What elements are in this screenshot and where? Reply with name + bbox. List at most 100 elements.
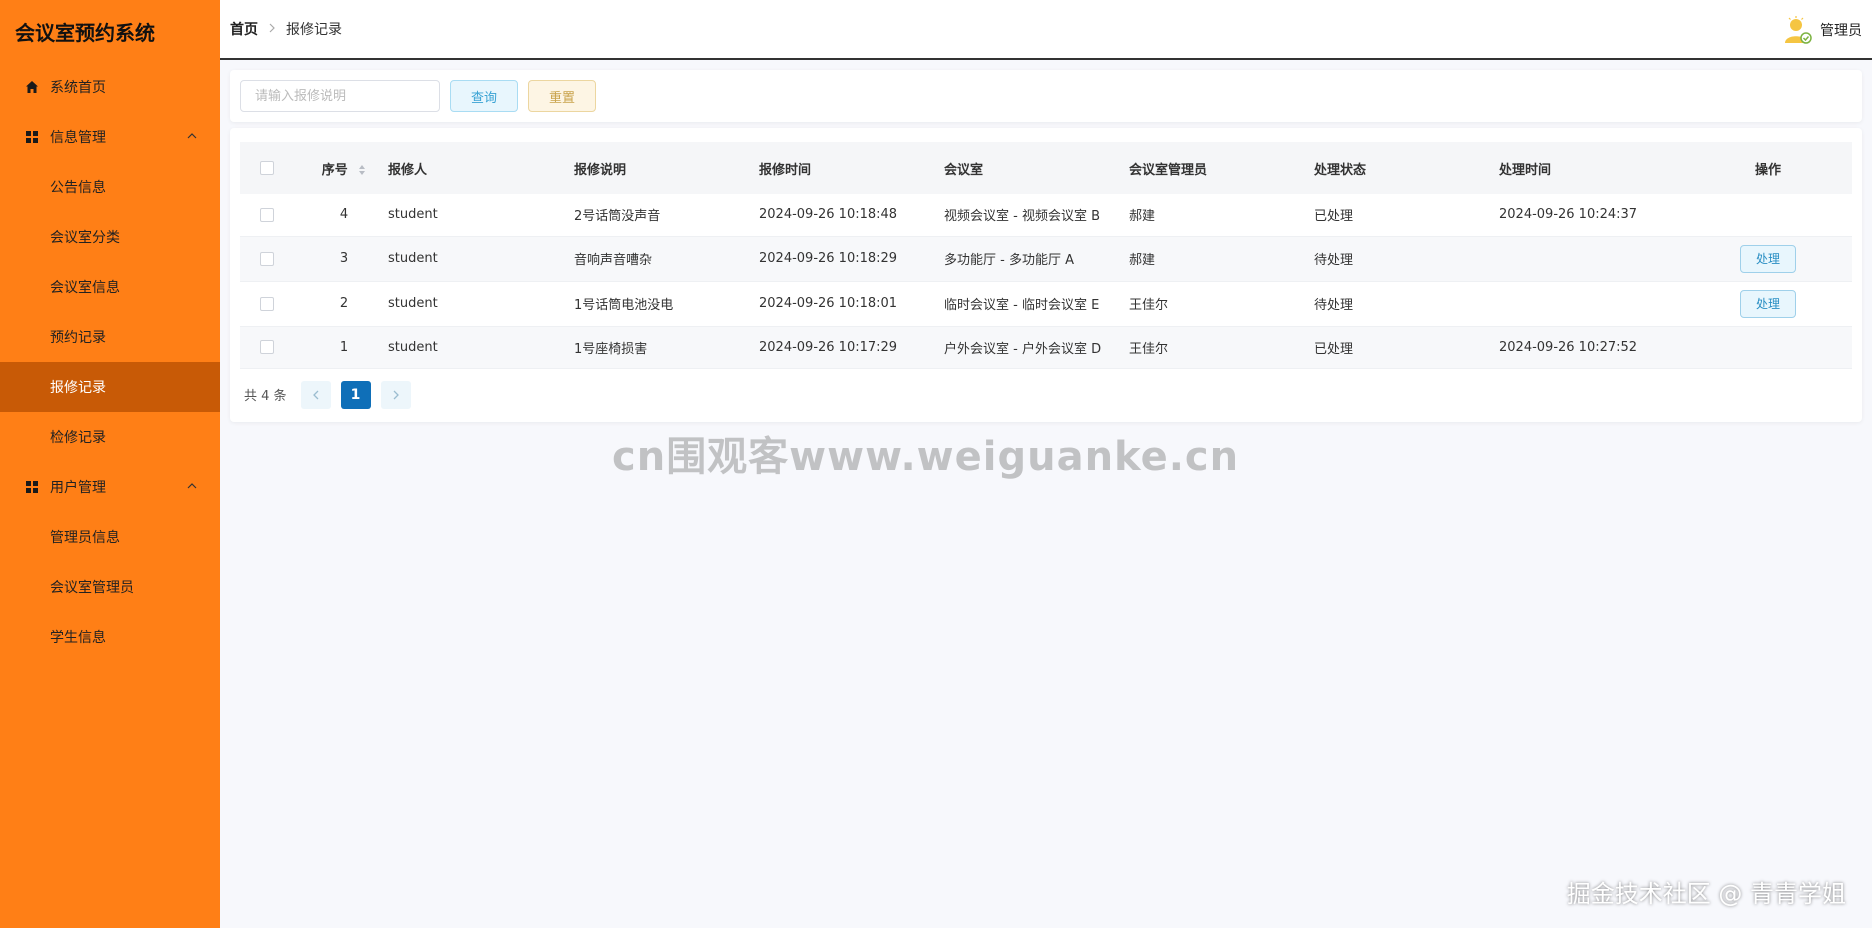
column-header-room: 会议室 <box>944 162 984 178</box>
sidebar-item-booking[interactable]: 预约记录 <box>0 312 220 362</box>
chevron-up-icon <box>187 483 197 489</box>
cell-desc: 2号话筒没声音 <box>574 209 661 225</box>
cell-status: 已处理 <box>1314 341 1354 357</box>
column-header-desc: 报修说明 <box>574 162 627 178</box>
sidebar-item-home[interactable]: 系统首页 <box>0 62 220 112</box>
sidebar-item-label: 会议室分类 <box>50 230 120 246</box>
reset-button[interactable]: 重置 <box>528 80 597 112</box>
sidebar-item-label: 检修记录 <box>50 430 106 446</box>
prev-page-button[interactable] <box>300 380 331 409</box>
column-header-action: 操作 <box>1754 162 1781 178</box>
cell-ptime <box>1499 236 1684 281</box>
cell-status: 待处理 <box>1314 298 1354 313</box>
sidebar-item-notice[interactable]: 公告信息 <box>0 162 220 212</box>
user-menu[interactable]: 管理员 <box>1782 14 1862 46</box>
cell-time: 2024-09-26 10:17:29 <box>759 339 898 355</box>
cell-manager: 王佳尔 <box>1129 298 1169 313</box>
repair-table: 序号 报修人 报修说明 报修时间 会议室 会议室管理员 处理状态 处理时间 操作… <box>240 142 1852 369</box>
search-input[interactable] <box>240 80 440 112</box>
sidebar-group-info[interactable]: 信息管理 <box>0 112 220 162</box>
table-row: 1 student 1号座椅损害 2024-09-26 10:17:29 户外会… <box>240 326 1852 368</box>
cell-status: 已处理 <box>1314 209 1354 225</box>
home-icon <box>24 79 40 95</box>
watermark-center: cn围观客www.weiguanke.cn <box>612 434 1240 480</box>
chevron-up-icon <box>187 133 197 139</box>
sidebar-item-repair[interactable]: 报修记录 <box>0 362 220 412</box>
sidebar-item-maintenance[interactable]: 检修记录 <box>0 412 220 462</box>
cell-ptime: 2024-09-26 10:24:37 <box>1499 207 1638 223</box>
cell-index: 1 <box>339 339 349 355</box>
query-button[interactable]: 查询 <box>450 80 519 112</box>
pagination: 共 4 条 1 <box>240 380 1852 409</box>
cell-desc: 1号座椅损害 <box>574 341 648 357</box>
handle-button[interactable]: 处理 <box>1740 244 1796 273</box>
cell-action <box>1684 326 1852 368</box>
sidebar-item-room-category[interactable]: 会议室分类 <box>0 212 220 262</box>
cell-reporter: student <box>388 251 438 266</box>
table-row: 2 student 1号话筒电池没电 2024-09-26 10:18:01 临… <box>240 281 1852 326</box>
cell-time: 2024-09-26 10:18:29 <box>759 251 898 266</box>
cell-room: 临时会议室 - 临时会议室 E <box>944 298 1100 313</box>
next-page-button[interactable] <box>380 380 411 409</box>
row-checkbox[interactable] <box>260 207 274 222</box>
chevron-right-icon <box>393 390 399 399</box>
table-row: 4 student 2号话筒没声音 2024-09-26 10:18:48 视频… <box>240 194 1852 236</box>
breadcrumb-home[interactable]: 首页 <box>230 19 258 39</box>
user-avatar-icon <box>1785 16 1812 44</box>
sidebar-item-label: 系统首页 <box>50 80 106 96</box>
sidebar-group-users[interactable]: 用户管理 <box>0 462 220 512</box>
cell-reporter: student <box>388 296 438 311</box>
column-header-time: 报修时间 <box>759 162 812 178</box>
handle-button[interactable]: 处理 <box>1740 289 1796 318</box>
column-label: 序号 <box>321 162 348 178</box>
cell-index: 2 <box>339 296 349 311</box>
sidebar-item-label: 管理员信息 <box>50 530 120 546</box>
sidebar-item-label: 信息管理 <box>50 130 106 146</box>
breadcrumb: 首页 报修记录 <box>220 19 342 39</box>
cell-index: 3 <box>339 251 349 266</box>
sidebar-item-label: 会议室信息 <box>50 280 120 296</box>
cell-room: 户外会议室 - 户外会议室 D <box>944 341 1102 357</box>
sort-icon[interactable] <box>358 164 366 176</box>
grid-icon <box>24 129 40 145</box>
user-name: 管理员 <box>1820 23 1862 39</box>
app-title: 会议室预约系统 <box>15 20 155 45</box>
sidebar-item-student[interactable]: 学生信息 <box>0 612 220 662</box>
row-checkbox[interactable] <box>260 251 274 266</box>
sidebar-item-room-admin[interactable]: 会议室管理员 <box>0 562 220 612</box>
cell-desc: 1号话筒电池没电 <box>574 298 674 313</box>
cell-room: 多功能厅 - 多功能厅 A <box>944 253 1074 268</box>
cell-index: 4 <box>339 207 349 223</box>
chevron-left-icon <box>312 390 319 399</box>
table-card: 序号 报修人 报修说明 报修时间 会议室 会议室管理员 处理状态 处理时间 操作… <box>230 128 1862 422</box>
column-header-ptime: 处理时间 <box>1499 162 1552 178</box>
sidebar-item-label: 预约记录 <box>50 330 106 346</box>
row-checkbox[interactable] <box>260 340 274 354</box>
sidebar: 会议室预约系统 系统首页 信息管理 公告信息 会议室分类 会议室信息 预约记录 … <box>0 0 220 928</box>
cell-desc: 音响声音嘈杂 <box>574 253 653 268</box>
cell-ptime <box>1499 281 1684 326</box>
page-number-button[interactable]: 1 <box>340 380 371 409</box>
sidebar-item-label: 公告信息 <box>50 180 106 196</box>
sidebar-item-room-info[interactable]: 会议室信息 <box>0 262 220 312</box>
cell-ptime: 2024-09-26 10:27:52 <box>1499 339 1638 355</box>
select-all-checkbox[interactable] <box>260 161 274 175</box>
column-header-status: 处理状态 <box>1314 162 1367 178</box>
sidebar-item-label: 用户管理 <box>50 480 106 496</box>
cell-room: 视频会议室 - 视频会议室 B <box>944 209 1101 225</box>
sidebar-item-admin[interactable]: 管理员信息 <box>0 512 220 562</box>
sidebar-item-label: 学生信息 <box>50 630 106 646</box>
cell-time: 2024-09-26 10:18:01 <box>759 296 898 311</box>
cell-reporter: student <box>388 207 438 223</box>
cell-time: 2024-09-26 10:18:48 <box>759 207 898 223</box>
row-checkbox[interactable] <box>260 296 274 311</box>
sidebar-item-label: 会议室管理员 <box>50 580 134 596</box>
column-header-reporter: 报修人 <box>388 162 428 178</box>
column-header-manager: 会议室管理员 <box>1129 162 1208 178</box>
column-header-index[interactable]: 序号 <box>300 142 388 194</box>
search-bar: 查询 重置 <box>230 70 1862 122</box>
watermark-corner: 掘金技术社区 @ 青青学姐 <box>1566 880 1846 908</box>
cell-manager: 郝建 <box>1129 253 1156 268</box>
breadcrumb-current: 报修记录 <box>286 22 342 38</box>
cell-reporter: student <box>388 339 438 355</box>
